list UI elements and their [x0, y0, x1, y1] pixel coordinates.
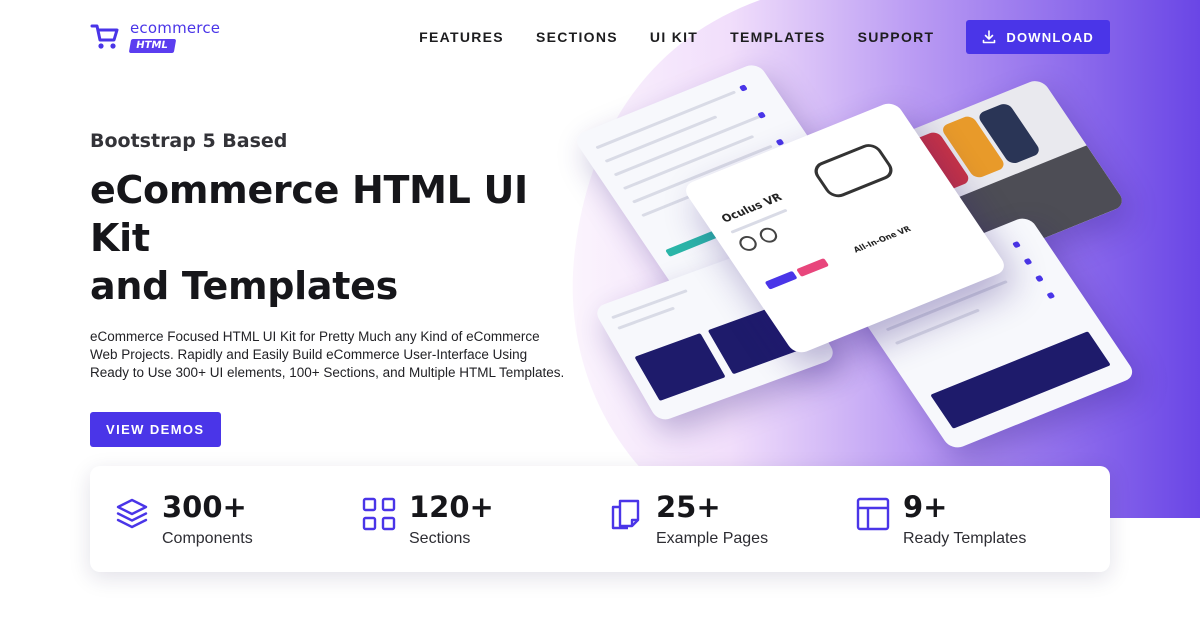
cart-icon — [90, 24, 119, 49]
stat-value: 120+ — [409, 490, 494, 524]
stat-ready-templates: 9+ Ready Templates — [855, 490, 1102, 548]
stat-label: Components — [162, 530, 253, 547]
hero-section: Bootstrap 5 Based eCommerce HTML UI Kit … — [90, 130, 590, 447]
stat-label: Sections — [409, 530, 471, 547]
nav-ui-kit[interactable]: UI KIT — [650, 29, 698, 45]
headline-line-1: eCommerce HTML UI Kit — [90, 168, 528, 260]
stat-label: Example Pages — [656, 530, 769, 547]
download-label: DOWNLOAD — [1006, 29, 1094, 45]
pages-icon — [611, 499, 640, 530]
hero-eyebrow: Bootstrap 5 Based — [90, 130, 288, 152]
nav-templates[interactable]: TEMPLATES — [730, 29, 825, 45]
template-icon — [856, 497, 890, 531]
nav-features[interactable]: FEATURES — [419, 29, 504, 45]
mockup-product-title: Oculus VR — [718, 190, 785, 226]
nav-support[interactable]: SUPPORT — [858, 29, 935, 45]
stat-components: 300+ Components — [114, 490, 361, 548]
stats-card: 300+ Components 120+ Sections 25+ Exampl… — [90, 466, 1110, 572]
mockup-hero-caption: All-In-One VR — [851, 224, 913, 255]
grid-icon — [362, 497, 396, 531]
layers-icon — [116, 498, 148, 529]
stat-value: 300+ — [162, 490, 247, 524]
brand-logo[interactable]: ecommerce HTML — [90, 21, 220, 53]
download-icon — [983, 30, 996, 44]
headline-line-2: and Templates — [90, 264, 398, 308]
nav-sections[interactable]: SECTIONS — [536, 29, 618, 45]
stat-label: Ready Templates — [903, 530, 1027, 547]
stat-sections: 120+ Sections — [361, 490, 608, 548]
stat-example-pages: 25+ Example Pages — [608, 490, 855, 548]
logo-tag: HTML — [128, 39, 176, 53]
hero-headline: eCommerce HTML UI Kit and Templates — [90, 166, 590, 310]
main-menu: FEATURES SECTIONS UI KIT TEMPLATES SUPPO… — [419, 20, 1110, 54]
stat-value: 9+ — [903, 490, 948, 524]
top-navbar: ecommerce HTML FEATURES SECTIONS UI KIT … — [90, 18, 1110, 56]
download-button[interactable]: DOWNLOAD — [966, 20, 1110, 54]
view-demos-button[interactable]: VIEW DEMOS — [90, 412, 221, 447]
logo-wordmark: ecommerce — [130, 19, 221, 37]
hero-description: eCommerce Focused HTML UI Kit for Pretty… — [90, 329, 565, 380]
template-mockups: Oculus VR All-In-One VR — [572, 61, 1140, 458]
stat-value: 25+ — [656, 490, 721, 524]
